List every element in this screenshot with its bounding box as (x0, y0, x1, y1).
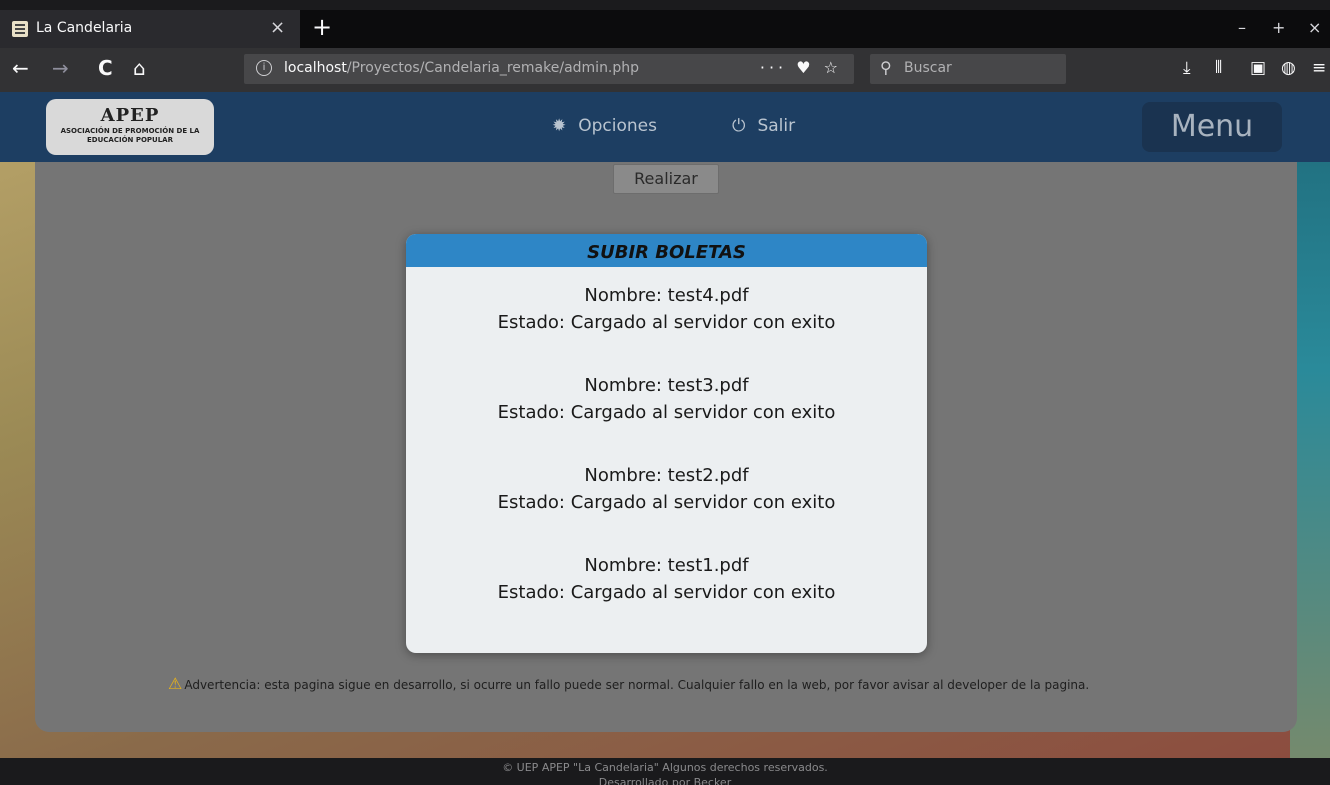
reload-icon[interactable]: C (98, 56, 113, 80)
list-item: Nombre: test4.pdf Estado: Cargado al ser… (406, 282, 927, 336)
list-item: Nombre: test2.pdf Estado: Cargado al ser… (406, 462, 927, 516)
new-tab-button[interactable]: + (312, 13, 332, 41)
nav-opciones[interactable]: ✹ Opciones (552, 116, 657, 136)
url-bar[interactable]: i localhost/Proyectos/Candelaria_remake/… (244, 54, 854, 84)
url-path: /Proyectos/Candelaria_remake/admin.php (346, 60, 640, 76)
navigation-bar: ← → C ⌂ i localhost/Proyectos/Candelaria… (0, 48, 1330, 92)
modal-title: SUBIR BOLETAS (406, 234, 927, 267)
menu-icon[interactable]: ≡ (1312, 58, 1326, 78)
search-placeholder: Buscar (904, 60, 952, 76)
search-bar[interactable]: ⚲ Buscar (870, 54, 1066, 84)
dev-warning: ⚠ Advertencia: esta pagina sigue en desar… (168, 674, 1168, 693)
menu-button[interactable]: Menu (1142, 102, 1282, 152)
download-icon[interactable]: ⤓ (1183, 58, 1191, 78)
nav-salir[interactable]: ⏻ Salir (732, 116, 795, 136)
nav-salir-label: Salir (757, 116, 796, 136)
list-item: Nombre: test1.pdf Estado: Cargado al ser… (406, 552, 927, 606)
page-actions[interactable]: ··· ♥ ☆ (760, 58, 842, 77)
file-status: Estado: Cargado al servidor con exito (497, 312, 836, 333)
globe-icon[interactable]: ◍ (1281, 58, 1296, 78)
site-footer: © UEP APEP "La Candelaria" Algunos derec… (0, 758, 1330, 785)
file-name: Nombre: test1.pdf (584, 555, 749, 576)
url-text: localhost/Proyectos/Candelaria_remake/ad… (284, 60, 639, 76)
file-name: Nombre: test2.pdf (584, 465, 749, 486)
maximize-icon[interactable]: + (1272, 18, 1285, 37)
file-status: Estado: Cargado al servidor con exito (497, 582, 836, 603)
logo-line2: EDUCACIÓN POPULAR (87, 136, 173, 144)
logo-line1: ASOCIACIÓN DE PROMOCIÓN DE LA (60, 127, 200, 135)
gear-icon: ✹ (552, 116, 567, 136)
minimize-icon[interactable]: – (1238, 18, 1246, 37)
footer-copyright: © UEP APEP "La Candelaria" Algunos derec… (502, 761, 828, 774)
back-icon[interactable]: ← (12, 56, 29, 80)
library-icon[interactable]: ⫴ (1215, 58, 1222, 78)
upload-results-modal: SUBIR BOLETAS Nombre: test4.pdf Estado: … (406, 234, 927, 653)
warning-icon: ⚠ (168, 674, 183, 693)
close-window-icon[interactable]: × (1308, 18, 1321, 37)
tab-title: La Candelaria (36, 20, 133, 36)
url-host: localhost (284, 60, 347, 76)
forward-icon[interactable]: → (52, 56, 69, 80)
site-info-icon[interactable]: i (256, 60, 272, 76)
upload-list: Nombre: test4.pdf Estado: Cargado al ser… (406, 282, 927, 642)
footer-credits: Desarrollado por Becker (598, 776, 732, 785)
nav-opciones-label: Opciones (578, 116, 657, 136)
tab-bar: La Candelaria × + – + × (0, 10, 1330, 48)
close-tab-icon[interactable]: × (270, 17, 285, 38)
web-page: APEP ASOCIACIÓN DE PROMOCIÓN DE LA EDUCA… (0, 92, 1330, 785)
site-header: APEP ASOCIACIÓN DE PROMOCIÓN DE LA EDUCA… (0, 92, 1330, 162)
list-item: Nombre: test3.pdf Estado: Cargado al ser… (406, 372, 927, 426)
file-name: Nombre: test3.pdf (584, 375, 749, 396)
site-favicon-icon (12, 21, 28, 37)
sidebar-icon[interactable]: ▣ (1250, 58, 1266, 78)
browser-tab[interactable]: La Candelaria × (0, 10, 300, 48)
file-name: Nombre: test4.pdf (584, 285, 749, 306)
site-logo[interactable]: APEP ASOCIACIÓN DE PROMOCIÓN DE LA EDUCA… (46, 99, 214, 155)
power-icon: ⏻ (732, 116, 746, 136)
file-status: Estado: Cargado al servidor con exito (497, 492, 836, 513)
warning-text: Advertencia: esta pagina sigue en desarr… (184, 678, 1090, 692)
home-icon[interactable]: ⌂ (133, 56, 146, 80)
file-status: Estado: Cargado al servidor con exito (497, 402, 836, 423)
search-icon: ⚲ (880, 58, 892, 77)
logo-brand: APEP (100, 105, 160, 126)
realizar-button[interactable]: Realizar (613, 164, 719, 194)
